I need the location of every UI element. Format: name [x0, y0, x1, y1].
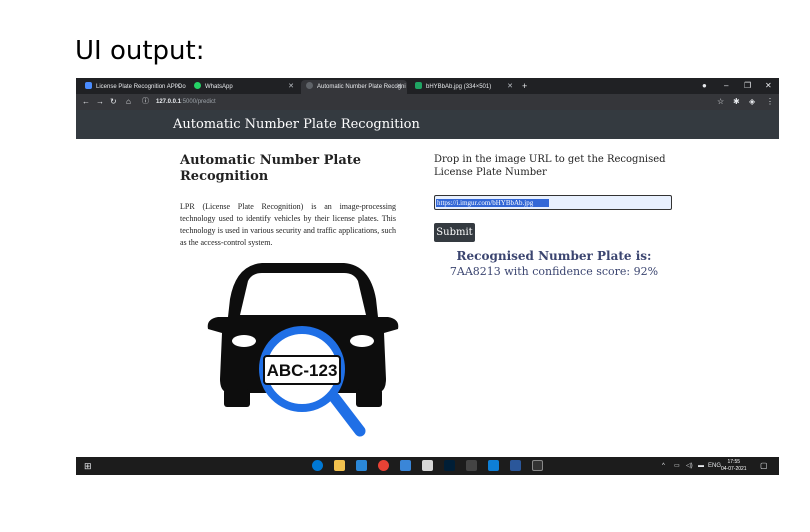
tab-whatsapp[interactable]: WhatsApp ✕: [189, 80, 299, 94]
lpr-description: LPR (License Plate Recognition) is an im…: [180, 202, 396, 247]
page-content: Automatic Number Plate Recognition LPR (…: [76, 139, 779, 457]
url-host: 127.0.0.1: [156, 99, 182, 105]
result-heading: Recognised Number Plate is:: [456, 249, 652, 263]
tab-label: Automatic Number Plate Recogni: [317, 84, 406, 90]
tab-anpr-active[interactable]: Automatic Number Plate Recogni ✕: [301, 80, 407, 94]
windows-start-icon[interactable]: ⊞: [84, 457, 92, 475]
reload-icon[interactable]: ↻: [110, 94, 117, 110]
page-icon: [306, 82, 313, 89]
language-indicator[interactable]: ENG: [708, 457, 721, 475]
word-icon[interactable]: [510, 460, 521, 471]
mail-icon[interactable]: [400, 460, 411, 471]
back-icon[interactable]: ←: [82, 94, 90, 110]
clock[interactable]: 17:55 04-07-2021: [721, 459, 747, 473]
vscode-icon[interactable]: [488, 460, 499, 471]
notification-icon[interactable]: ▢: [760, 457, 768, 475]
file-explorer-icon[interactable]: [334, 460, 345, 471]
car-plate-illustration: ABC-123: [207, 263, 399, 437]
url-path: :5000/predict: [181, 99, 216, 105]
browser-window: License Plate Recognition API Do ✕ Whats…: [76, 78, 779, 475]
minimize-icon[interactable]: –: [724, 78, 728, 94]
extensions-icon[interactable]: ✱: [733, 94, 740, 110]
volume-icon[interactable]: ◁): [686, 457, 693, 475]
slide-title: UI output:: [75, 36, 205, 66]
info-icon[interactable]: ⓘ: [142, 94, 149, 110]
tab-label: License Plate Recognition API Do: [96, 84, 186, 90]
close-icon[interactable]: ✕: [288, 80, 294, 94]
image-icon: [415, 82, 422, 89]
tab-bar: License Plate Recognition API Do ✕ Whats…: [76, 78, 779, 94]
tab-license-plate-api[interactable]: License Plate Recognition API Do ✕: [80, 80, 186, 94]
terminal-icon[interactable]: [532, 460, 543, 471]
network-icon[interactable]: ▭: [674, 457, 680, 475]
clock-date: 04-07-2021: [721, 466, 747, 472]
navbar-brand[interactable]: Automatic Number Plate Recognition: [173, 117, 420, 132]
app-l-icon[interactable]: [356, 460, 367, 471]
store-icon[interactable]: [422, 460, 433, 471]
address-bar: ← → ↻ ⌂ ⓘ 127.0.0.1:5000/predict ☆ ✱ ◈ ⋮: [76, 94, 779, 110]
forward-icon[interactable]: →: [96, 94, 104, 110]
app-icon[interactable]: [466, 460, 477, 471]
profile-icon[interactable]: ●: [702, 78, 707, 94]
window-close-icon[interactable]: ✕: [765, 78, 772, 94]
close-icon[interactable]: ✕: [396, 80, 402, 94]
menu-icon[interactable]: ⋮: [766, 94, 774, 110]
chrome-icon[interactable]: [378, 460, 389, 471]
drop-instruction: Drop in the image URL to get the Recogni…: [434, 154, 666, 178]
tab-image[interactable]: bHYBbAb.jpg (334×501) ✕: [410, 80, 518, 94]
tray-arrow-icon[interactable]: ^: [662, 457, 665, 475]
close-icon[interactable]: ✕: [175, 80, 181, 94]
clock-time: 17:55: [727, 459, 741, 465]
image-url-input[interactable]: [435, 196, 671, 209]
page-heading: Automatic Number Plate Recognition: [180, 153, 362, 184]
maximize-icon[interactable]: ❐: [744, 78, 751, 94]
blue-triangle-icon: [85, 82, 92, 89]
submit-button[interactable]: Submit: [434, 223, 475, 242]
tab-label: WhatsApp: [205, 84, 233, 90]
battery-icon[interactable]: ▬: [698, 457, 704, 475]
close-icon[interactable]: ✕: [507, 80, 513, 94]
image-url-field[interactable]: [434, 195, 672, 210]
plate-text: ABC-123: [267, 361, 338, 380]
star-icon[interactable]: ☆: [717, 94, 724, 110]
home-icon[interactable]: ⌂: [126, 94, 131, 110]
whatsapp-icon: [194, 82, 201, 89]
url-field[interactable]: 127.0.0.1:5000/predict: [156, 94, 216, 110]
extension-icon[interactable]: ◈: [749, 94, 755, 110]
site-navbar: Automatic Number Plate Recognition: [76, 110, 779, 139]
edge-icon[interactable]: [312, 460, 323, 471]
tab-label: bHYBbAb.jpg (334×501): [426, 84, 492, 90]
photoshop-icon[interactable]: [444, 460, 455, 471]
windows-taskbar: ⊞ ^ ▭ ◁) ▬ ENG 17:55 04-07-2021 ▢: [76, 457, 779, 475]
result-value: 7AA8213 with confidence score: 92%: [449, 265, 659, 278]
new-tab-button[interactable]: +: [522, 80, 527, 92]
